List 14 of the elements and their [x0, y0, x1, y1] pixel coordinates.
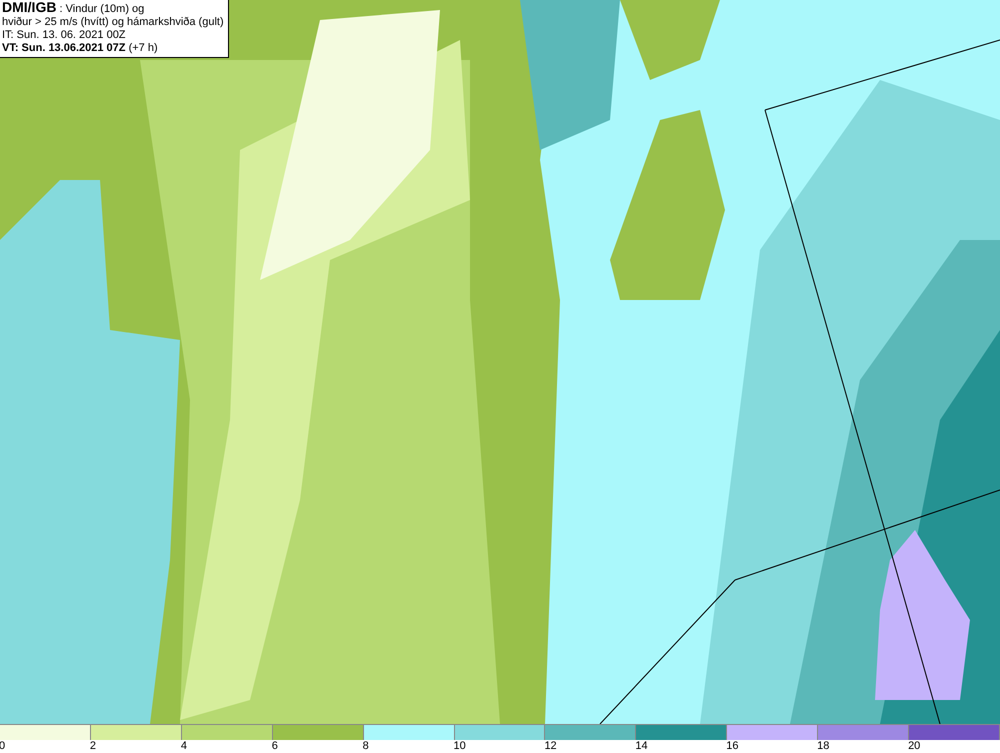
legend-tick-label: 18	[817, 740, 830, 752]
legend-tick-label: 6	[272, 740, 278, 752]
legend-tick-label: 10	[454, 740, 466, 752]
legend-tick-label: 14	[635, 740, 648, 752]
legend-tick-label: 4	[180, 740, 187, 752]
header-text: hviður > 25 m/s (hvítt) og hámarkshviða (gult)	[2, 16, 224, 29]
legend-tick-label: 12	[544, 740, 557, 752]
legend-tick-label: 16	[726, 740, 738, 752]
legend-tick-label: 8	[362, 740, 369, 752]
header-text: IT: Sun. 13. 06. 2021 00Z	[2, 29, 127, 42]
legend-tick-label: 20	[908, 740, 920, 752]
header-text: DMI/IGB : Vindur (10m) og	[2, 1, 146, 16]
legend-tick-label: 2	[90, 740, 96, 752]
header-text: VT: Sun. 13.06.2021 07Z (+7 h)	[2, 42, 159, 55]
